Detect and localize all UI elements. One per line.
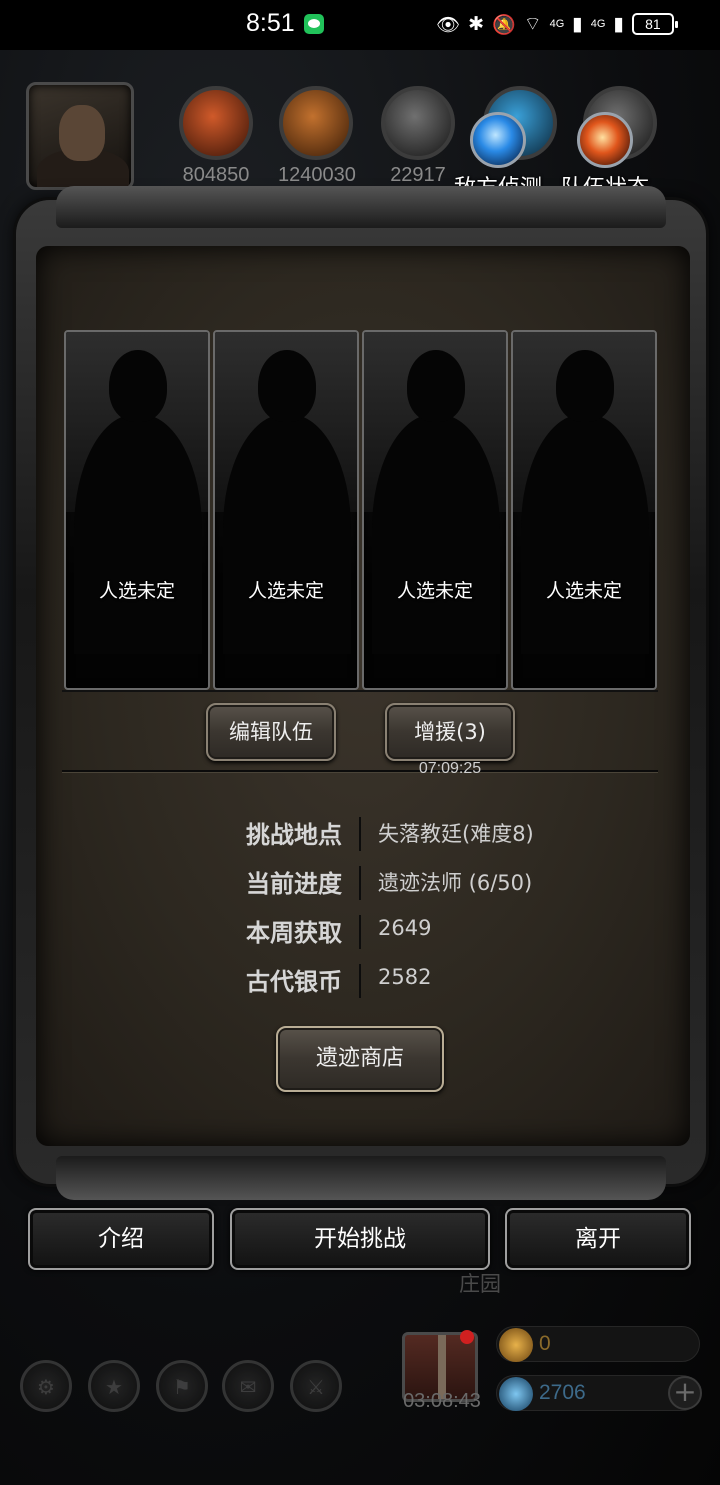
guild-button[interactable]: ⚑ (156, 1360, 208, 1412)
bluetooth-icon: ✱ (468, 13, 485, 35)
slot-divider (62, 690, 658, 692)
relic-shop-button[interactable]: 遗迹商店 (276, 1026, 444, 1092)
gem-icon (499, 1377, 533, 1411)
info-row-weekly: 本周获取 2649 (200, 913, 600, 953)
eye-icon: 👁 (436, 13, 461, 36)
rank-button[interactable]: ★ (88, 1360, 140, 1412)
info-row-coins: 古代银币 2582 (200, 962, 600, 1002)
gear-icon: ⚙ (37, 1375, 55, 1399)
resource-iron-value: 22917 (390, 164, 446, 186)
status-bar: 8:51 👁 ✱ 🔕 ⌔ 4G ▮ 4G ▮ 81 (0, 0, 720, 50)
signal-2-label: 4G (590, 18, 606, 30)
info-value: 失落教廷(难度8) (378, 822, 534, 846)
section-divider (62, 770, 658, 773)
meat-icon (179, 86, 253, 160)
resource-wood[interactable]: 1240030 (278, 86, 356, 187)
resource-iron[interactable]: 22917 (380, 86, 456, 187)
start-challenge-button[interactable]: 开始挑战 (230, 1208, 490, 1270)
info-separator (359, 964, 361, 998)
info-value: 2649 (378, 916, 432, 940)
signal-2-icon: ▮ (613, 13, 624, 35)
silhouette-head (258, 350, 316, 422)
wood-icon (279, 86, 353, 160)
notification-dot (460, 1330, 474, 1344)
fire-orb-icon (577, 112, 633, 168)
wifi-icon: ⌔ (523, 13, 542, 35)
star-icon: ★ (105, 1375, 123, 1399)
team-slot-1[interactable]: 人选未定 (64, 330, 210, 690)
info-separator (359, 915, 361, 949)
silhouette-body (372, 414, 500, 654)
team-slot-4[interactable]: 人选未定 (511, 330, 657, 690)
info-row-location: 挑战地点 失落教廷(难度8) (200, 815, 600, 855)
gift-timer: 03:08:43 (403, 1390, 481, 1412)
resource-meat-value: 804850 (182, 164, 250, 186)
battery-icon: 81 (631, 13, 678, 35)
status-time: 8:51 (246, 9, 295, 37)
plus-icon: + (673, 1375, 697, 1408)
settings-button[interactable]: ⚙ (20, 1360, 72, 1412)
team-slot-label: 人选未定 (98, 580, 175, 602)
resource-wood-value: 1240030 (278, 164, 356, 186)
player-avatar[interactable] (26, 82, 134, 190)
add-gems-button[interactable]: + (668, 1376, 702, 1410)
leave-button[interactable]: 离开 (505, 1208, 691, 1270)
team-slot-2[interactable]: 人选未定 (213, 330, 359, 690)
info-key: 挑战地点 (246, 821, 342, 849)
banner-icon: ⚑ (173, 1375, 191, 1399)
team-slot-label: 人选未定 (545, 580, 622, 602)
team-slot-3[interactable]: 人选未定 (362, 330, 508, 690)
signal-1-label: 4G (549, 18, 565, 30)
info-key: 本周获取 (246, 919, 342, 947)
mail-icon: ✉ (239, 1375, 257, 1399)
info-key: 当前进度 (246, 870, 342, 898)
silhouette-body (521, 414, 649, 654)
mail-button[interactable]: ✉ (222, 1360, 274, 1412)
gold-currency[interactable]: 0 (496, 1326, 700, 1362)
manor-label: 庄园 (459, 1272, 501, 1296)
edit-team-button[interactable]: 编辑队伍 (206, 703, 336, 761)
team-slot-label: 人选未定 (396, 580, 473, 602)
chat-notification-icon (304, 14, 324, 34)
info-separator (359, 866, 361, 900)
avatar-head (59, 105, 105, 161)
info-value: 2582 (378, 965, 432, 989)
crossed-swords-icon: ⚔ (307, 1375, 325, 1399)
mute-icon: 🔕 (492, 13, 516, 36)
info-separator (359, 817, 361, 851)
silhouette-body (74, 414, 202, 654)
info-row-progress: 当前进度 遗迹法师 (6/50) (200, 864, 600, 904)
reinforce-timer: 07:09:25 (418, 760, 482, 777)
signal-1-icon: ▮ (572, 13, 583, 35)
iron-icon (381, 86, 455, 160)
battle-button[interactable]: ⚔ (290, 1360, 342, 1412)
reinforce-button[interactable]: 增援(3) (385, 703, 515, 761)
info-key: 古代银币 (246, 968, 342, 996)
resource-meat[interactable]: 804850 (178, 86, 254, 187)
silhouette-head (109, 350, 167, 422)
silhouette-head (556, 350, 614, 422)
silhouette-body (223, 414, 351, 654)
team-slot-label: 人选未定 (247, 580, 324, 602)
status-icons: 👁 ✱ 🔕 ⌔ 4G ▮ 4G ▮ 81 (436, 10, 678, 38)
gold-value: 0 (539, 1332, 551, 1355)
intro-button[interactable]: 介绍 (28, 1208, 214, 1270)
gold-chest-icon (499, 1328, 533, 1362)
silhouette-head (407, 350, 465, 422)
scout-orb-icon (470, 112, 526, 168)
info-value: 遗迹法师 (6/50) (378, 871, 533, 895)
gem-value: 2706 (539, 1381, 586, 1404)
